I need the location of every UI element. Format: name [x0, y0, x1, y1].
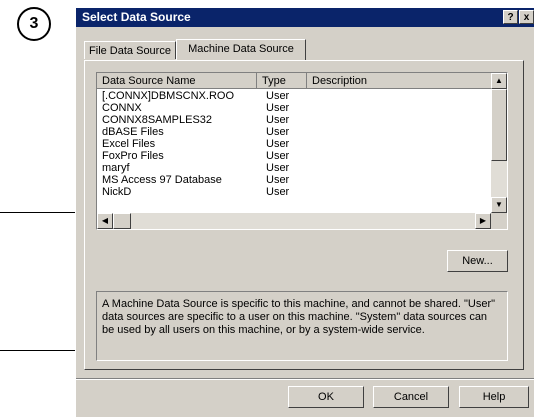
list-item-type: User [266, 162, 290, 174]
step-number-badge: 3 [17, 7, 51, 41]
list-item-type: User [266, 138, 290, 150]
tab-machine-data-source[interactable]: Machine Data Source [176, 39, 306, 60]
select-data-source-dialog: Select Data Source ? x File Data Source … [75, 7, 534, 417]
ok-button[interactable]: OK [288, 386, 364, 408]
vertical-scrollbar[interactable]: ▲ ▼ [491, 73, 507, 213]
list-item-name: NickD [102, 186, 132, 198]
scroll-down-button[interactable]: ▼ [491, 197, 507, 213]
cancel-button[interactable]: Cancel [373, 386, 449, 408]
info-description: A Machine Data Source is specific to thi… [96, 291, 508, 361]
list-item-type: User [266, 114, 290, 126]
button-bar-divider [76, 378, 534, 380]
list-item-name: [.CONNX]DBMSCNX.ROO [102, 90, 235, 102]
horizontal-scrollbar[interactable]: ◀ ▶ [97, 213, 491, 229]
scrollbar-corner [491, 213, 507, 229]
list-item-name: CONNX [102, 102, 142, 114]
tab-file-data-source[interactable]: File Data Source [84, 41, 176, 59]
list-item-name: maryf [102, 162, 130, 174]
list-item[interactable]: CONNX8SAMPLES32 User [102, 114, 289, 126]
list-item[interactable]: maryf User [102, 162, 289, 174]
list-item[interactable]: dBASE Files User [102, 126, 289, 138]
list-item[interactable]: FoxPro Files User [102, 150, 289, 162]
column-header-type[interactable]: Type [257, 73, 307, 89]
list-item-type: User [266, 174, 290, 186]
vertical-scroll-thumb[interactable] [491, 89, 507, 161]
scroll-left-button[interactable]: ◀ [97, 213, 113, 229]
list-item[interactable]: NickD User [102, 186, 289, 198]
list-item-name: FoxPro Files [102, 150, 164, 162]
close-title-button[interactable]: x [519, 10, 534, 24]
list-item-type: User [266, 126, 290, 138]
help-title-button[interactable]: ? [503, 10, 518, 24]
list-item-name: dBASE Files [102, 126, 164, 138]
list-item-name: MS Access 97 Database [102, 174, 222, 186]
list-item-name: CONNX8SAMPLES32 [102, 114, 213, 126]
list-item-type: User [266, 90, 290, 102]
title-bar: Select Data Source ? x [76, 8, 534, 27]
list-item[interactable]: [.CONNX]DBMSCNX.ROO User [102, 90, 289, 102]
new-button[interactable]: New... [447, 250, 508, 272]
data-source-list[interactable]: Data Source Name Type Description [.CONN… [96, 72, 508, 230]
list-item[interactable]: CONNX User [102, 102, 289, 114]
scroll-up-button[interactable]: ▲ [491, 73, 507, 89]
window-title: Select Data Source [82, 10, 191, 24]
horizontal-scroll-thumb[interactable] [113, 213, 131, 229]
list-item-name: Excel Files [102, 138, 156, 150]
list-item[interactable]: Excel Files User [102, 138, 289, 150]
list-item-type: User [266, 150, 290, 162]
list-item-type: User [266, 186, 290, 198]
list-item[interactable]: MS Access 97 Database User [102, 174, 289, 186]
column-header-description[interactable]: Description [307, 73, 493, 89]
column-header-name[interactable]: Data Source Name [97, 73, 257, 89]
help-button[interactable]: Help [459, 386, 529, 408]
scroll-right-button[interactable]: ▶ [475, 213, 491, 229]
list-item-type: User [266, 102, 290, 114]
